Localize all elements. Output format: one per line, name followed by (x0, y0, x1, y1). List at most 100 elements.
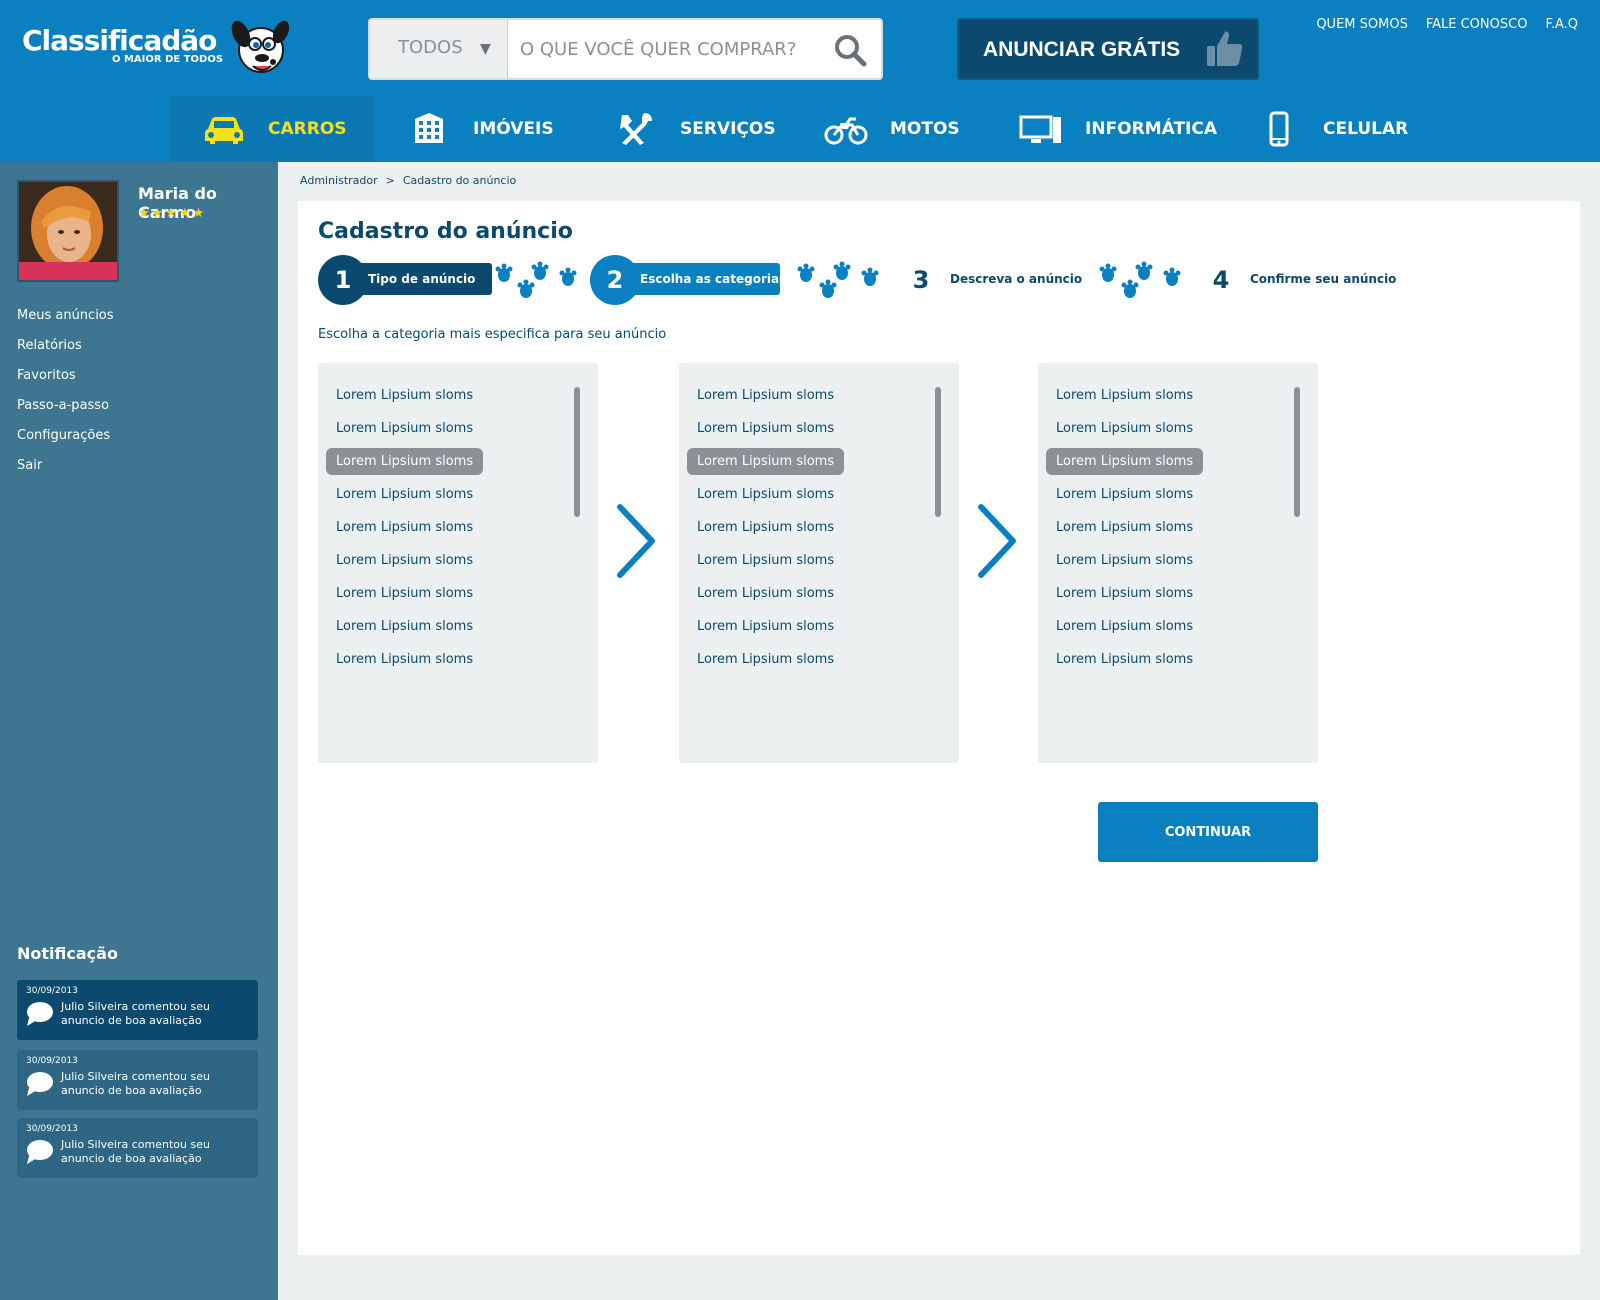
nav-label: IMÓVEIS (473, 119, 554, 139)
category-item-label: Lorem Lipsium sloms (697, 487, 835, 502)
nav-label: CARROS (268, 119, 347, 139)
side-menu: Meus anúncios Relatórios Favoritos Passo… (17, 300, 114, 480)
nav-item-carros[interactable]: CARROS (170, 96, 375, 162)
category-list-item[interactable]: Lorem Lipsium sloms (687, 478, 844, 511)
category-list-item[interactable]: Lorem Lipsium sloms (687, 445, 845, 478)
nav-label: CELULAR (1323, 119, 1409, 139)
link-faq[interactable]: F.A.Q (1545, 17, 1578, 32)
category-list-item[interactable]: Lorem Lipsium sloms (326, 478, 483, 511)
category-item-label: Lorem Lipsium sloms (697, 586, 835, 601)
category-list-item[interactable]: Lorem Lipsium sloms (687, 577, 844, 610)
search-input[interactable] (520, 32, 820, 66)
category-item-label: Lorem Lipsium sloms (336, 520, 474, 535)
search-category-value: TODOS (398, 37, 463, 58)
notification-date: 30/09/2013 (26, 986, 78, 996)
notification-text: Julio Silveira comentou seu anuncio de b… (61, 1000, 210, 1027)
search-category-select[interactable]: TODOS ▼ (370, 20, 508, 78)
category-item-label: Lorem Lipsium sloms (336, 652, 474, 667)
category-list-item[interactable]: Lorem Lipsium sloms (1046, 577, 1203, 610)
category-item-label: Lorem Lipsium sloms (336, 487, 474, 502)
chat-bubble-icon (27, 1072, 53, 1096)
category-list-item[interactable]: Lorem Lipsium sloms (687, 412, 844, 445)
scrollbar[interactable] (574, 387, 580, 517)
category-list-item[interactable]: Lorem Lipsium sloms (326, 643, 483, 676)
step-number: 1 (318, 255, 368, 305)
step-label: Confirme seu anúncio (1250, 272, 1397, 286)
category-list-item[interactable]: Lorem Lipsium sloms (1046, 643, 1203, 676)
category-list-item[interactable]: Lorem Lipsium sloms (1046, 379, 1203, 412)
paw-prints-icon (495, 261, 577, 298)
breadcrumb: Administrador > Cadastro do anúncio (300, 174, 516, 187)
nav-item-informatica[interactable]: INFORMÁTICA (987, 96, 1225, 162)
category-list-item[interactable]: Lorem Lipsium sloms (1046, 445, 1204, 478)
main-panel: Cadastro do anúncio Tipo de anúncio 1 Es… (298, 201, 1580, 1255)
link-fale-conosco[interactable]: FALE CONOSCO (1426, 17, 1528, 32)
scrollbar[interactable] (1294, 387, 1300, 517)
category-item-label: Lorem Lipsium sloms (697, 388, 835, 403)
category-list-item[interactable]: Lorem Lipsium sloms (1046, 511, 1203, 544)
anunciar-gratis-button[interactable]: ANUNCIAR GRÁTIS (957, 18, 1259, 80)
menu-passo-a-passo[interactable]: Passo-a-passo (17, 398, 109, 413)
category-item-label: Lorem Lipsium sloms (336, 388, 474, 403)
category-list-item[interactable]: Lorem Lipsium sloms (326, 577, 483, 610)
tools-icon (620, 113, 652, 145)
menu-relatorios[interactable]: Relatórios (17, 338, 82, 353)
category-list-item[interactable]: Lorem Lipsium sloms (687, 643, 844, 676)
category-list-item[interactable]: Lorem Lipsium sloms (687, 544, 844, 577)
category-list-item[interactable]: Lorem Lipsium sloms (687, 610, 844, 643)
notification-item[interactable]: 30/09/2013 Julio Silveira comentou seu a… (17, 980, 258, 1040)
category-item-label: Lorem Lipsium sloms (697, 619, 835, 634)
category-list-item[interactable]: Lorem Lipsium sloms (1046, 544, 1203, 577)
scrollbar[interactable] (935, 387, 941, 517)
nav-label: MOTOS (890, 119, 960, 139)
category-list-item[interactable]: Lorem Lipsium sloms (687, 379, 844, 412)
category-list-item[interactable]: Lorem Lipsium sloms (326, 412, 483, 445)
category-item-label: Lorem Lipsium sloms (1056, 487, 1194, 502)
category-item-label: Lorem Lipsium sloms (1056, 520, 1194, 535)
search-icon[interactable] (832, 32, 868, 68)
side-menu-item: Favoritos (17, 360, 114, 390)
link-quem-somos[interactable]: QUEM SOMOS (1316, 17, 1408, 32)
thumbs-up-icon (1207, 31, 1243, 66)
category-list-item[interactable]: Lorem Lipsium sloms (326, 445, 484, 478)
category-item-label: Lorem Lipsium sloms (336, 586, 474, 601)
category-list-item[interactable]: Lorem Lipsium sloms (1046, 610, 1203, 643)
category-list-item[interactable]: Lorem Lipsium sloms (326, 544, 483, 577)
category-item-label: Lorem Lipsium sloms (1056, 553, 1194, 568)
nav-item-celular[interactable]: CELULAR (1225, 96, 1430, 162)
breadcrumb-separator: > (385, 174, 395, 187)
car-icon (205, 117, 243, 144)
nav-item-motos[interactable]: MOTOS (792, 96, 987, 162)
site-logo[interactable]: Classificadão O MAIOR DE TODOS (22, 14, 292, 84)
nav-label: SERVIÇOS (680, 119, 776, 139)
chevron-right-icon (617, 504, 655, 578)
menu-meus-anuncios[interactable]: Meus anúncios (17, 308, 114, 323)
category-item-label: Lorem Lipsium sloms (1056, 586, 1194, 601)
category-list-item[interactable]: Lorem Lipsium sloms (326, 511, 483, 544)
avatar[interactable] (17, 180, 119, 282)
menu-configuracoes[interactable]: Configurações (17, 428, 110, 443)
continue-button[interactable]: CONTINUAR (1098, 802, 1318, 862)
category-list-item[interactable]: Lorem Lipsium sloms (1046, 412, 1203, 445)
chat-bubble-icon (27, 1140, 53, 1164)
menu-sair[interactable]: Sair (17, 458, 42, 473)
notification-date: 30/09/2013 (26, 1124, 78, 1134)
nav-item-imoveis[interactable]: IMÓVEIS (375, 96, 582, 162)
breadcrumb-current: Cadastro do anúncio (402, 174, 517, 187)
category-item-label: Lorem Lipsium sloms (1056, 652, 1194, 667)
category-list-item[interactable]: Lorem Lipsium sloms (326, 610, 483, 643)
category-column-1: Lorem Lipsium sloms Lorem Lipsium sloms Lo… (318, 363, 598, 763)
notification-item[interactable]: 30/09/2013 Julio Silveira comentou seu a… (17, 1050, 258, 1110)
category-list: Lorem Lipsium sloms Lorem Lipsium sloms Lo… (687, 379, 845, 676)
category-list-item[interactable]: Lorem Lipsium sloms (1046, 478, 1203, 511)
logo-title: Classificadão (22, 24, 217, 57)
breadcrumb-admin[interactable]: Administrador (300, 174, 378, 187)
menu-favoritos[interactable]: Favoritos (17, 368, 76, 383)
notification-item[interactable]: 30/09/2013 Julio Silveira comentou seu a… (17, 1118, 258, 1178)
paw-prints-icon (797, 261, 879, 298)
category-list-item[interactable]: Lorem Lipsium sloms (326, 379, 483, 412)
nav-item-servicos[interactable]: SERVIÇOS (582, 96, 792, 162)
category-list: Lorem Lipsium sloms Lorem Lipsium sloms Lo… (1046, 379, 1204, 676)
category-list-item[interactable]: Lorem Lipsium sloms (687, 511, 844, 544)
header: Classificadão O MAIOR DE TODOS TODOS ▼ A… (0, 0, 1600, 162)
